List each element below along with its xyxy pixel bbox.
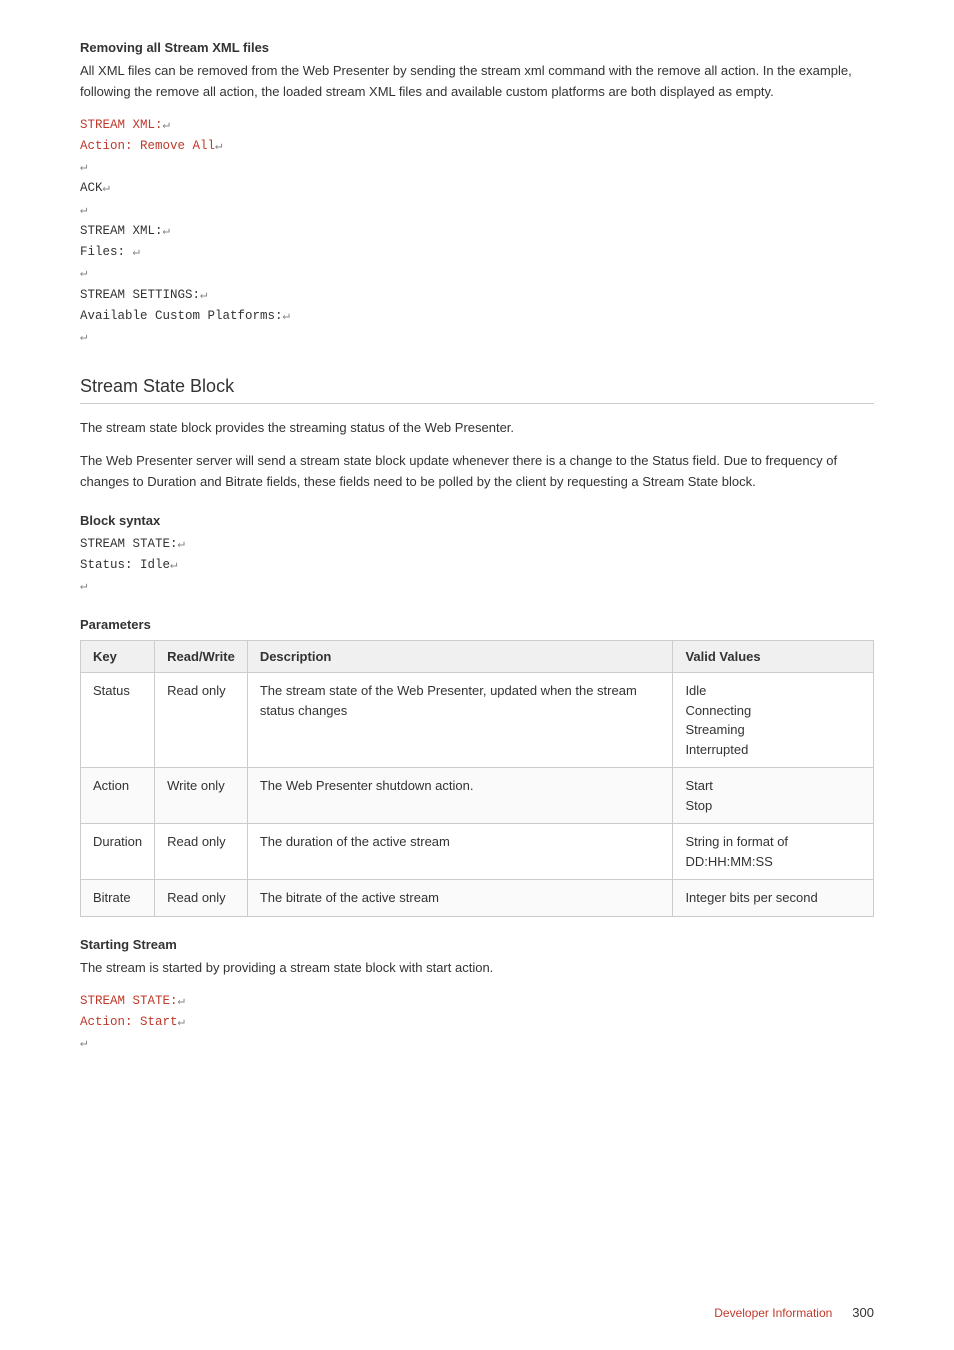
table-header-row: Key Read/Write Description Valid Values [81,641,874,673]
parameters-table: Key Read/Write Description Valid Values … [80,640,874,917]
code-line-5: ↵ [80,203,88,217]
removing-section: Removing all Stream XML files All XML fi… [80,40,874,348]
removing-code-block: STREAM XML:↵ Action: Remove All↵ ↵ ACK↵ … [80,115,874,349]
cell-description: The duration of the active stream [247,824,673,880]
cell-description: The bitrate of the active stream [247,880,673,917]
starting-stream-code: STREAM STATE:↵ Action: Start↵ ↵ [80,991,874,1055]
stream-state-section: Stream State Block The stream state bloc… [80,376,874,1054]
stream-state-title: Stream State Block [80,376,874,404]
code-line-8: ↵ [80,266,88,280]
table-row: StatusRead onlyThe stream state of the W… [81,673,874,768]
ss-code-3: ↵ [80,1036,88,1050]
page-number: 300 [852,1305,874,1320]
col-rw: Read/Write [155,641,248,673]
table-row: DurationRead onlyThe duration of the act… [81,824,874,880]
bs-code-2: Status: Idle [80,558,170,572]
ss-code-1: STREAM STATE: [80,994,178,1008]
code-line-1: STREAM XML: [80,118,163,132]
cell-key: Duration [81,824,155,880]
bs-code-3: ↵ [80,579,88,593]
cell-key: Action [81,768,155,824]
cell-rw: Read only [155,673,248,768]
col-description: Description [247,641,673,673]
cell-valid-values: StartStop [673,768,874,824]
parameters-heading: Parameters [80,617,874,632]
bs-code-1: STREAM STATE: [80,537,178,551]
code-line-4: ACK [80,181,103,195]
cell-valid-values: String in format of DD:HH:MM:SS [673,824,874,880]
cell-key: Status [81,673,155,768]
table-row: ActionWrite onlyThe Web Presenter shutdo… [81,768,874,824]
stream-state-intro1: The stream state block provides the stre… [80,418,874,439]
starting-stream-body: The stream is started by providing a str… [80,958,874,979]
removing-body: All XML files can be removed from the We… [80,61,874,103]
code-line-6: STREAM XML: [80,224,163,238]
cell-rw: Read only [155,824,248,880]
cell-rw: Write only [155,768,248,824]
block-syntax-heading: Block syntax [80,513,874,528]
code-line-9: STREAM SETTINGS: [80,288,200,302]
block-syntax-code: STREAM STATE:↵ Status: Idle↵ ↵ [80,534,874,598]
code-line-11: ↵ [80,330,88,344]
ss-code-2: Action: Start [80,1015,178,1029]
starting-stream-heading: Starting Stream [80,937,874,952]
table-row: BitrateRead onlyThe bitrate of the activ… [81,880,874,917]
code-line-2: Action: Remove All [80,139,215,153]
col-valid-values: Valid Values [673,641,874,673]
code-line-3: ↵ [80,160,88,174]
footer-link[interactable]: Developer Information [714,1306,832,1320]
cell-key: Bitrate [81,880,155,917]
code-line-7: Files: [80,245,133,259]
page-footer: Developer Information 300 [714,1305,874,1320]
cell-description: The stream state of the Web Presenter, u… [247,673,673,768]
code-line-10: Available Custom Platforms: [80,309,283,323]
col-key: Key [81,641,155,673]
cell-valid-values: Integer bits per second [673,880,874,917]
cell-description: The Web Presenter shutdown action. [247,768,673,824]
removing-heading: Removing all Stream XML files [80,40,874,55]
stream-state-intro2: The Web Presenter server will send a str… [80,451,874,493]
cell-rw: Read only [155,880,248,917]
cell-valid-values: IdleConnectingStreamingInterrupted [673,673,874,768]
